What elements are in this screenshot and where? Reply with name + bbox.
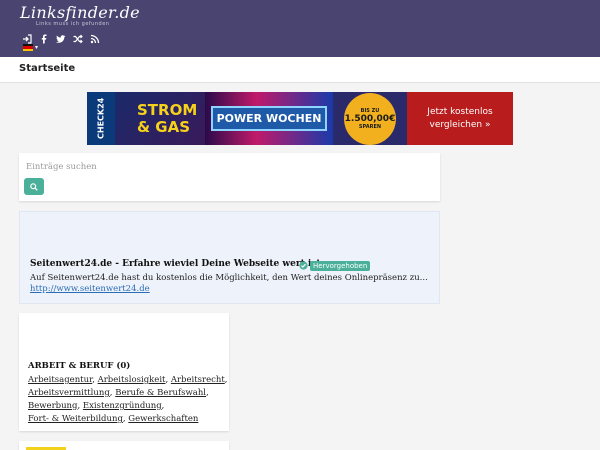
login-icon[interactable] bbox=[22, 29, 32, 44]
search-input[interactable] bbox=[23, 159, 433, 175]
category-link[interactable]: Gewerkschaften bbox=[128, 414, 198, 424]
category-link[interactable]: Berufe & Berufswahl bbox=[115, 388, 206, 398]
nav-home-link[interactable]: Startseite bbox=[19, 63, 75, 74]
search-button[interactable] bbox=[24, 178, 44, 195]
banner-savings: BIS ZU 1.500,00€ SPAREN bbox=[333, 92, 407, 145]
search-panel bbox=[19, 153, 440, 201]
category-link[interactable]: Bewerbung bbox=[28, 401, 77, 411]
category-link[interactable]: Arbeitsvermittlung bbox=[28, 388, 110, 398]
category-link-list: Arbeitsagentur, Arbeitslosigkeit, Arbeit… bbox=[28, 375, 228, 424]
banner-brand: CHECK24 bbox=[87, 92, 115, 145]
german-flag-icon bbox=[23, 44, 33, 51]
banner-cta[interactable]: Jetzt kostenlos vergleichen » bbox=[407, 92, 513, 145]
featured-title[interactable]: Seitenwert24.de - Erfahre wieviel Deine … bbox=[30, 259, 324, 269]
category-link[interactable]: Arbeitsagentur bbox=[28, 375, 92, 385]
main-nav: Startseite bbox=[0, 57, 600, 83]
site-tagline: Links muss ich gefunden bbox=[36, 21, 110, 27]
ad-banner[interactable]: CHECK24 STROM & GAS POWER WOCHEN BIS ZU … bbox=[87, 92, 513, 145]
featured-entry: Seitenwert24.de - Erfahre wieviel Deine … bbox=[19, 211, 440, 304]
header-icon-bar bbox=[22, 29, 100, 44]
category-link[interactable]: Fort- & Weiterbildung bbox=[28, 414, 123, 424]
facebook-icon[interactable] bbox=[39, 29, 49, 44]
chevron-down-icon: ▾ bbox=[35, 44, 39, 51]
banner-product: STROM & GAS bbox=[115, 92, 205, 145]
verified-check-icon bbox=[299, 261, 308, 270]
shuffle-icon[interactable] bbox=[73, 29, 83, 44]
category-link[interactable]: Existenzgründung bbox=[83, 401, 162, 411]
featured-description: Auf Seitenwert24.de hast du kostenlos di… bbox=[30, 273, 428, 283]
language-selector[interactable]: ▾ bbox=[23, 44, 38, 51]
category-card bbox=[19, 441, 229, 450]
twitter-icon[interactable] bbox=[56, 29, 66, 43]
category-card: ARBEIT & BERUF (0) Arbeitsagentur, Arbei… bbox=[19, 313, 229, 431]
rss-icon[interactable] bbox=[90, 29, 100, 44]
category-link[interactable]: Arbeitsrecht bbox=[171, 375, 225, 385]
category-link[interactable]: Arbeitslosigkeit bbox=[98, 375, 166, 385]
site-logo[interactable]: Linksfinder.de bbox=[20, 3, 140, 22]
search-icon bbox=[30, 182, 38, 191]
featured-url-link[interactable]: http://www.seitenwert24.de bbox=[30, 284, 150, 294]
featured-badge: Hervorgehoben bbox=[310, 261, 371, 271]
top-header: Linksfinder.de Links muss ich gefunden ▾ bbox=[0, 0, 600, 57]
category-title[interactable]: ARBEIT & BERUF (0) bbox=[28, 361, 130, 371]
banner-campaign: POWER WOCHEN bbox=[205, 92, 333, 145]
